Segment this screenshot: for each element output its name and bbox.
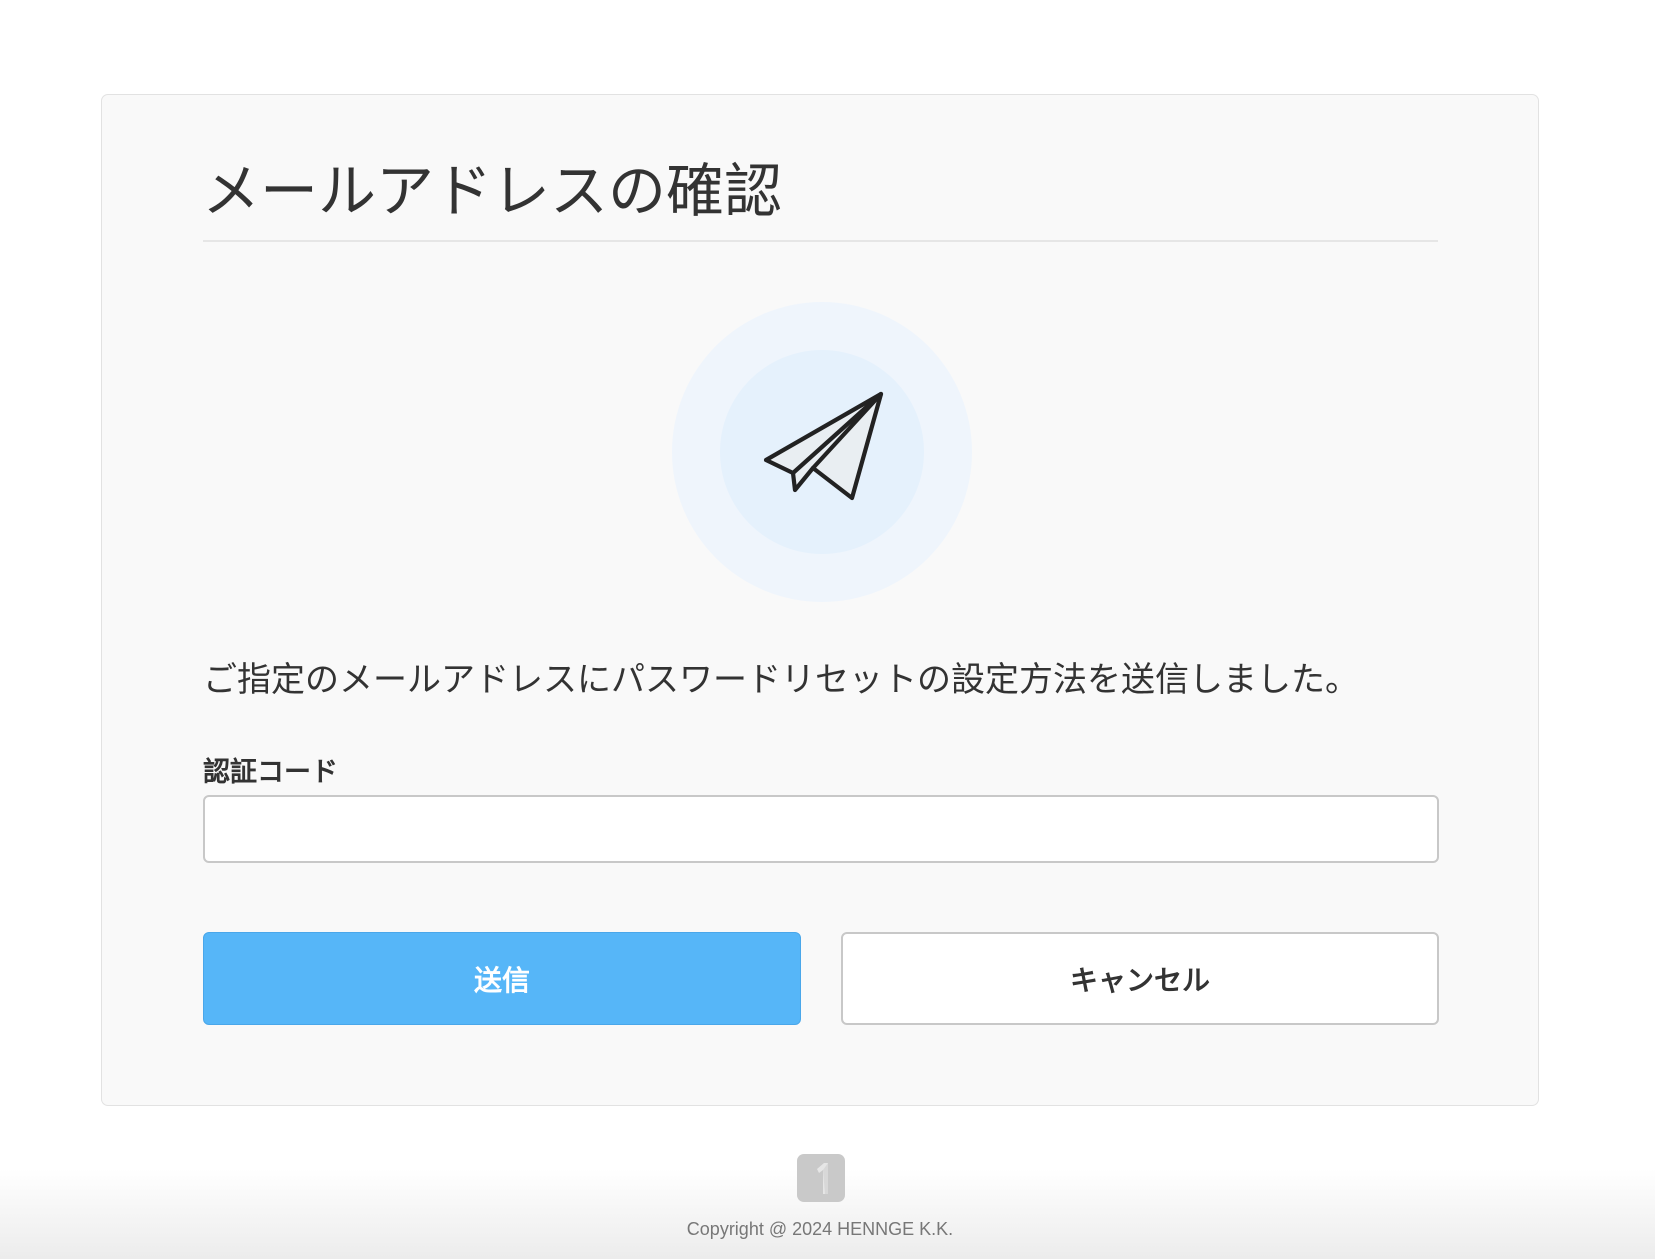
- henngeone-logo-icon: [797, 1154, 845, 1202]
- page-title: メールアドレスの確認: [202, 157, 783, 225]
- copyright-text: Copyright @ 2024 HENNGE K.K.: [686, 1219, 954, 1239]
- verification-code-input[interactable]: [203, 795, 1439, 863]
- title-divider: [203, 240, 1438, 242]
- submit-button[interactable]: 送信: [203, 932, 801, 1025]
- hero-icon-circle: [672, 302, 972, 602]
- cancel-button[interactable]: キャンセル: [841, 932, 1439, 1025]
- verification-card: メールアドレスの確認 ご指定のメールアドレスにパスワードリセットの設定方法を送信…: [101, 94, 1539, 1106]
- verification-code-label: 認証コード: [203, 757, 338, 788]
- hero-icon-inner-circle: [720, 350, 924, 554]
- sent-message: ご指定のメールアドレスにパスワードリセットの設定方法を送信しました。: [203, 660, 1359, 700]
- paper-plane-icon: [763, 391, 884, 501]
